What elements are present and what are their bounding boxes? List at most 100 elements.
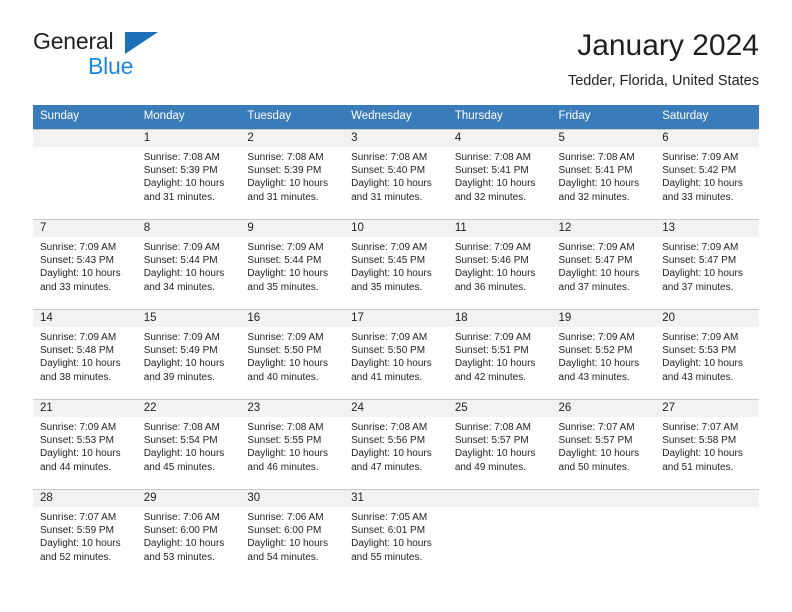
calendar-day-cell[interactable]: 10 Sunrise: 7:09 AM Sunset: 5:45 PM Dayl… bbox=[344, 219, 448, 309]
sunset-text: Sunset: 5:47 PM bbox=[662, 255, 737, 267]
calendar-page: General Blue January 2024 Tedder, Florid… bbox=[0, 0, 792, 612]
day-number: 13 bbox=[655, 220, 759, 237]
sunset-text: Sunset: 5:56 PM bbox=[351, 435, 426, 447]
daylight-text-line2: and 42 minutes. bbox=[454, 371, 526, 383]
calendar-day-cell[interactable]: 20 Sunrise: 7:09 AM Sunset: 5:53 PM Dayl… bbox=[655, 309, 759, 399]
sunset-text: Sunset: 5:44 PM bbox=[247, 255, 322, 267]
day-number: 22 bbox=[136, 400, 241, 417]
daylight-text-line2: and 38 minutes. bbox=[40, 371, 112, 383]
day-details: Sunrise: 7:05 AM Sunset: 6:01 PM Dayligh… bbox=[344, 507, 448, 564]
daylight-text-line2: and 35 minutes. bbox=[247, 281, 319, 293]
calendar-day-cell[interactable]: 11 Sunrise: 7:09 AM Sunset: 5:46 PM Dayl… bbox=[447, 219, 552, 309]
calendar-day-cell[interactable]: 19 Sunrise: 7:09 AM Sunset: 5:52 PM Dayl… bbox=[551, 309, 656, 399]
calendar-day-cell[interactable]: 4 Sunrise: 7:08 AM Sunset: 5:41 PM Dayli… bbox=[447, 129, 552, 219]
daylight-text-line1: Daylight: 10 hours bbox=[662, 358, 743, 370]
calendar-body: 1 Sunrise: 7:08 AM Sunset: 5:39 PM Dayli… bbox=[33, 129, 759, 579]
title-block: January 2024 Tedder, Florida, United Sta… bbox=[568, 28, 759, 90]
daylight-text-line1: Daylight: 10 hours bbox=[143, 268, 225, 280]
day-cell-empty bbox=[447, 489, 552, 579]
calendar-day-cell[interactable]: 26 Sunrise: 7:07 AM Sunset: 5:57 PM Dayl… bbox=[551, 399, 656, 489]
day-number: 1 bbox=[136, 130, 241, 147]
daylight-text-line1: Daylight: 10 hours bbox=[351, 448, 432, 460]
daylight-text-line1: Daylight: 10 hours bbox=[143, 358, 225, 370]
calendar-day-cell[interactable]: 23 Sunrise: 7:08 AM Sunset: 5:55 PM Dayl… bbox=[240, 399, 345, 489]
calendar-week-row: 7 Sunrise: 7:09 AM Sunset: 5:43 PM Dayli… bbox=[33, 219, 759, 309]
daylight-text-line1: Daylight: 10 hours bbox=[351, 538, 432, 550]
calendar-day-cell[interactable]: 21 Sunrise: 7:09 AM Sunset: 5:53 PM Dayl… bbox=[33, 399, 137, 489]
calendar-day-cell[interactable]: 8 Sunrise: 7:09 AM Sunset: 5:44 PM Dayli… bbox=[136, 219, 241, 309]
day-number: 7 bbox=[33, 220, 137, 237]
calendar-day-cell[interactable]: 29 Sunrise: 7:06 AM Sunset: 6:00 PM Dayl… bbox=[136, 489, 241, 579]
calendar-day-cell[interactable]: 12 Sunrise: 7:09 AM Sunset: 5:47 PM Dayl… bbox=[551, 219, 656, 309]
calendar-week-row: 28 Sunrise: 7:07 AM Sunset: 5:59 PM Dayl… bbox=[33, 489, 759, 579]
calendar-day-cell[interactable]: 2 Sunrise: 7:08 AM Sunset: 5:39 PM Dayli… bbox=[240, 129, 345, 219]
calendar-day-cell[interactable]: 13 Sunrise: 7:09 AM Sunset: 5:47 PM Dayl… bbox=[655, 219, 759, 309]
day-details: Sunrise: 7:07 AM Sunset: 5:58 PM Dayligh… bbox=[655, 417, 759, 474]
day-details: Sunrise: 7:09 AM Sunset: 5:43 PM Dayligh… bbox=[33, 237, 137, 294]
day-details: Sunrise: 7:06 AM Sunset: 6:00 PM Dayligh… bbox=[137, 507, 241, 564]
calendar-day-cell[interactable] bbox=[655, 489, 759, 579]
calendar-day-cell[interactable]: 15 Sunrise: 7:09 AM Sunset: 5:49 PM Dayl… bbox=[136, 309, 241, 399]
day-number: 29 bbox=[136, 490, 241, 507]
calendar-day-cell[interactable]: 24 Sunrise: 7:08 AM Sunset: 5:56 PM Dayl… bbox=[344, 399, 448, 489]
calendar-day-cell[interactable]: 14 Sunrise: 7:09 AM Sunset: 5:48 PM Dayl… bbox=[33, 309, 137, 399]
sunrise-text: Sunrise: 7:09 AM bbox=[143, 242, 220, 253]
day-cell: 30 Sunrise: 7:06 AM Sunset: 6:00 PM Dayl… bbox=[240, 489, 345, 579]
calendar-day-cell[interactable]: 7 Sunrise: 7:09 AM Sunset: 5:43 PM Dayli… bbox=[33, 219, 137, 309]
calendar-day-cell[interactable]: 30 Sunrise: 7:06 AM Sunset: 6:00 PM Dayl… bbox=[240, 489, 345, 579]
daylight-text-line2: and 31 minutes. bbox=[247, 191, 319, 203]
logo-wordmark-general: General bbox=[33, 28, 114, 54]
day-number: 11 bbox=[447, 220, 552, 237]
calendar-day-cell[interactable]: 16 Sunrise: 7:09 AM Sunset: 5:50 PM Dayl… bbox=[240, 309, 345, 399]
calendar-day-cell[interactable]: 5 Sunrise: 7:08 AM Sunset: 5:41 PM Dayli… bbox=[551, 129, 656, 219]
calendar-day-cell[interactable] bbox=[551, 489, 656, 579]
day-details: Sunrise: 7:09 AM Sunset: 5:42 PM Dayligh… bbox=[655, 147, 759, 204]
day-cell: 12 Sunrise: 7:09 AM Sunset: 5:47 PM Dayl… bbox=[551, 219, 656, 309]
calendar-day-cell[interactable]: 18 Sunrise: 7:09 AM Sunset: 5:51 PM Dayl… bbox=[447, 309, 552, 399]
day-cell: 21 Sunrise: 7:09 AM Sunset: 5:53 PM Dayl… bbox=[33, 399, 137, 489]
daylight-text-line2: and 31 minutes. bbox=[351, 191, 423, 203]
day-cell: 6 Sunrise: 7:09 AM Sunset: 5:42 PM Dayli… bbox=[655, 129, 759, 219]
sunset-text: Sunset: 5:42 PM bbox=[662, 165, 737, 177]
calendar-day-cell[interactable]: 3 Sunrise: 7:08 AM Sunset: 5:40 PM Dayli… bbox=[344, 129, 448, 219]
calendar-day-cell[interactable]: 9 Sunrise: 7:09 AM Sunset: 5:44 PM Dayli… bbox=[240, 219, 345, 309]
day-details: Sunrise: 7:09 AM Sunset: 5:51 PM Dayligh… bbox=[448, 327, 552, 384]
daylight-text-line1: Daylight: 10 hours bbox=[454, 448, 536, 460]
day-details: Sunrise: 7:08 AM Sunset: 5:39 PM Dayligh… bbox=[137, 147, 241, 204]
day-cell: 23 Sunrise: 7:08 AM Sunset: 5:55 PM Dayl… bbox=[240, 399, 345, 489]
day-details: Sunrise: 7:08 AM Sunset: 5:55 PM Dayligh… bbox=[240, 417, 344, 474]
sunset-text: Sunset: 5:59 PM bbox=[40, 525, 114, 537]
calendar-day-cell[interactable]: 1 Sunrise: 7:08 AM Sunset: 5:39 PM Dayli… bbox=[136, 129, 241, 219]
day-cell-empty bbox=[33, 129, 137, 219]
daylight-text-line1: Daylight: 10 hours bbox=[454, 268, 536, 280]
sunrise-text: Sunrise: 7:06 AM bbox=[143, 512, 220, 523]
calendar-day-cell[interactable]: 25 Sunrise: 7:08 AM Sunset: 5:57 PM Dayl… bbox=[447, 399, 552, 489]
calendar-header-row: Sunday Monday Tuesday Wednesday Thursday… bbox=[33, 105, 759, 129]
daylight-text-line2: and 36 minutes. bbox=[454, 281, 526, 293]
daylight-text-line1: Daylight: 10 hours bbox=[143, 448, 225, 460]
calendar-day-cell[interactable]: 27 Sunrise: 7:07 AM Sunset: 5:58 PM Dayl… bbox=[655, 399, 759, 489]
sunrise-text: Sunrise: 7:09 AM bbox=[558, 332, 635, 343]
day-details: Sunrise: 7:08 AM Sunset: 5:56 PM Dayligh… bbox=[344, 417, 448, 474]
day-cell: 10 Sunrise: 7:09 AM Sunset: 5:45 PM Dayl… bbox=[344, 219, 448, 309]
calendar-day-cell[interactable]: 6 Sunrise: 7:09 AM Sunset: 5:42 PM Dayli… bbox=[655, 129, 759, 219]
daylight-text-line2: and 39 minutes. bbox=[143, 371, 215, 383]
sunrise-text: Sunrise: 7:09 AM bbox=[40, 332, 117, 343]
day-cell: 1 Sunrise: 7:08 AM Sunset: 5:39 PM Dayli… bbox=[136, 129, 241, 219]
daylight-text-line1: Daylight: 10 hours bbox=[247, 178, 329, 190]
calendar-day-cell[interactable]: 31 Sunrise: 7:05 AM Sunset: 6:01 PM Dayl… bbox=[344, 489, 448, 579]
sunset-text: Sunset: 5:52 PM bbox=[558, 345, 633, 357]
general-blue-logo[interactable]: General Blue bbox=[33, 28, 163, 84]
day-cell: 16 Sunrise: 7:09 AM Sunset: 5:50 PM Dayl… bbox=[240, 309, 345, 399]
calendar-day-cell[interactable] bbox=[33, 129, 137, 219]
day-cell: 29 Sunrise: 7:06 AM Sunset: 6:00 PM Dayl… bbox=[136, 489, 241, 579]
calendar-day-cell[interactable]: 22 Sunrise: 7:08 AM Sunset: 5:54 PM Dayl… bbox=[136, 399, 241, 489]
day-details: Sunrise: 7:06 AM Sunset: 6:00 PM Dayligh… bbox=[240, 507, 344, 564]
day-number: 25 bbox=[447, 400, 552, 417]
sunset-text: Sunset: 5:51 PM bbox=[454, 345, 529, 357]
day-cell: 15 Sunrise: 7:09 AM Sunset: 5:49 PM Dayl… bbox=[136, 309, 241, 399]
calendar-day-cell[interactable]: 17 Sunrise: 7:09 AM Sunset: 5:50 PM Dayl… bbox=[344, 309, 448, 399]
calendar-day-cell[interactable] bbox=[447, 489, 552, 579]
day-details: Sunrise: 7:08 AM Sunset: 5:39 PM Dayligh… bbox=[240, 147, 344, 204]
calendar-day-cell[interactable]: 28 Sunrise: 7:07 AM Sunset: 5:59 PM Dayl… bbox=[33, 489, 137, 579]
